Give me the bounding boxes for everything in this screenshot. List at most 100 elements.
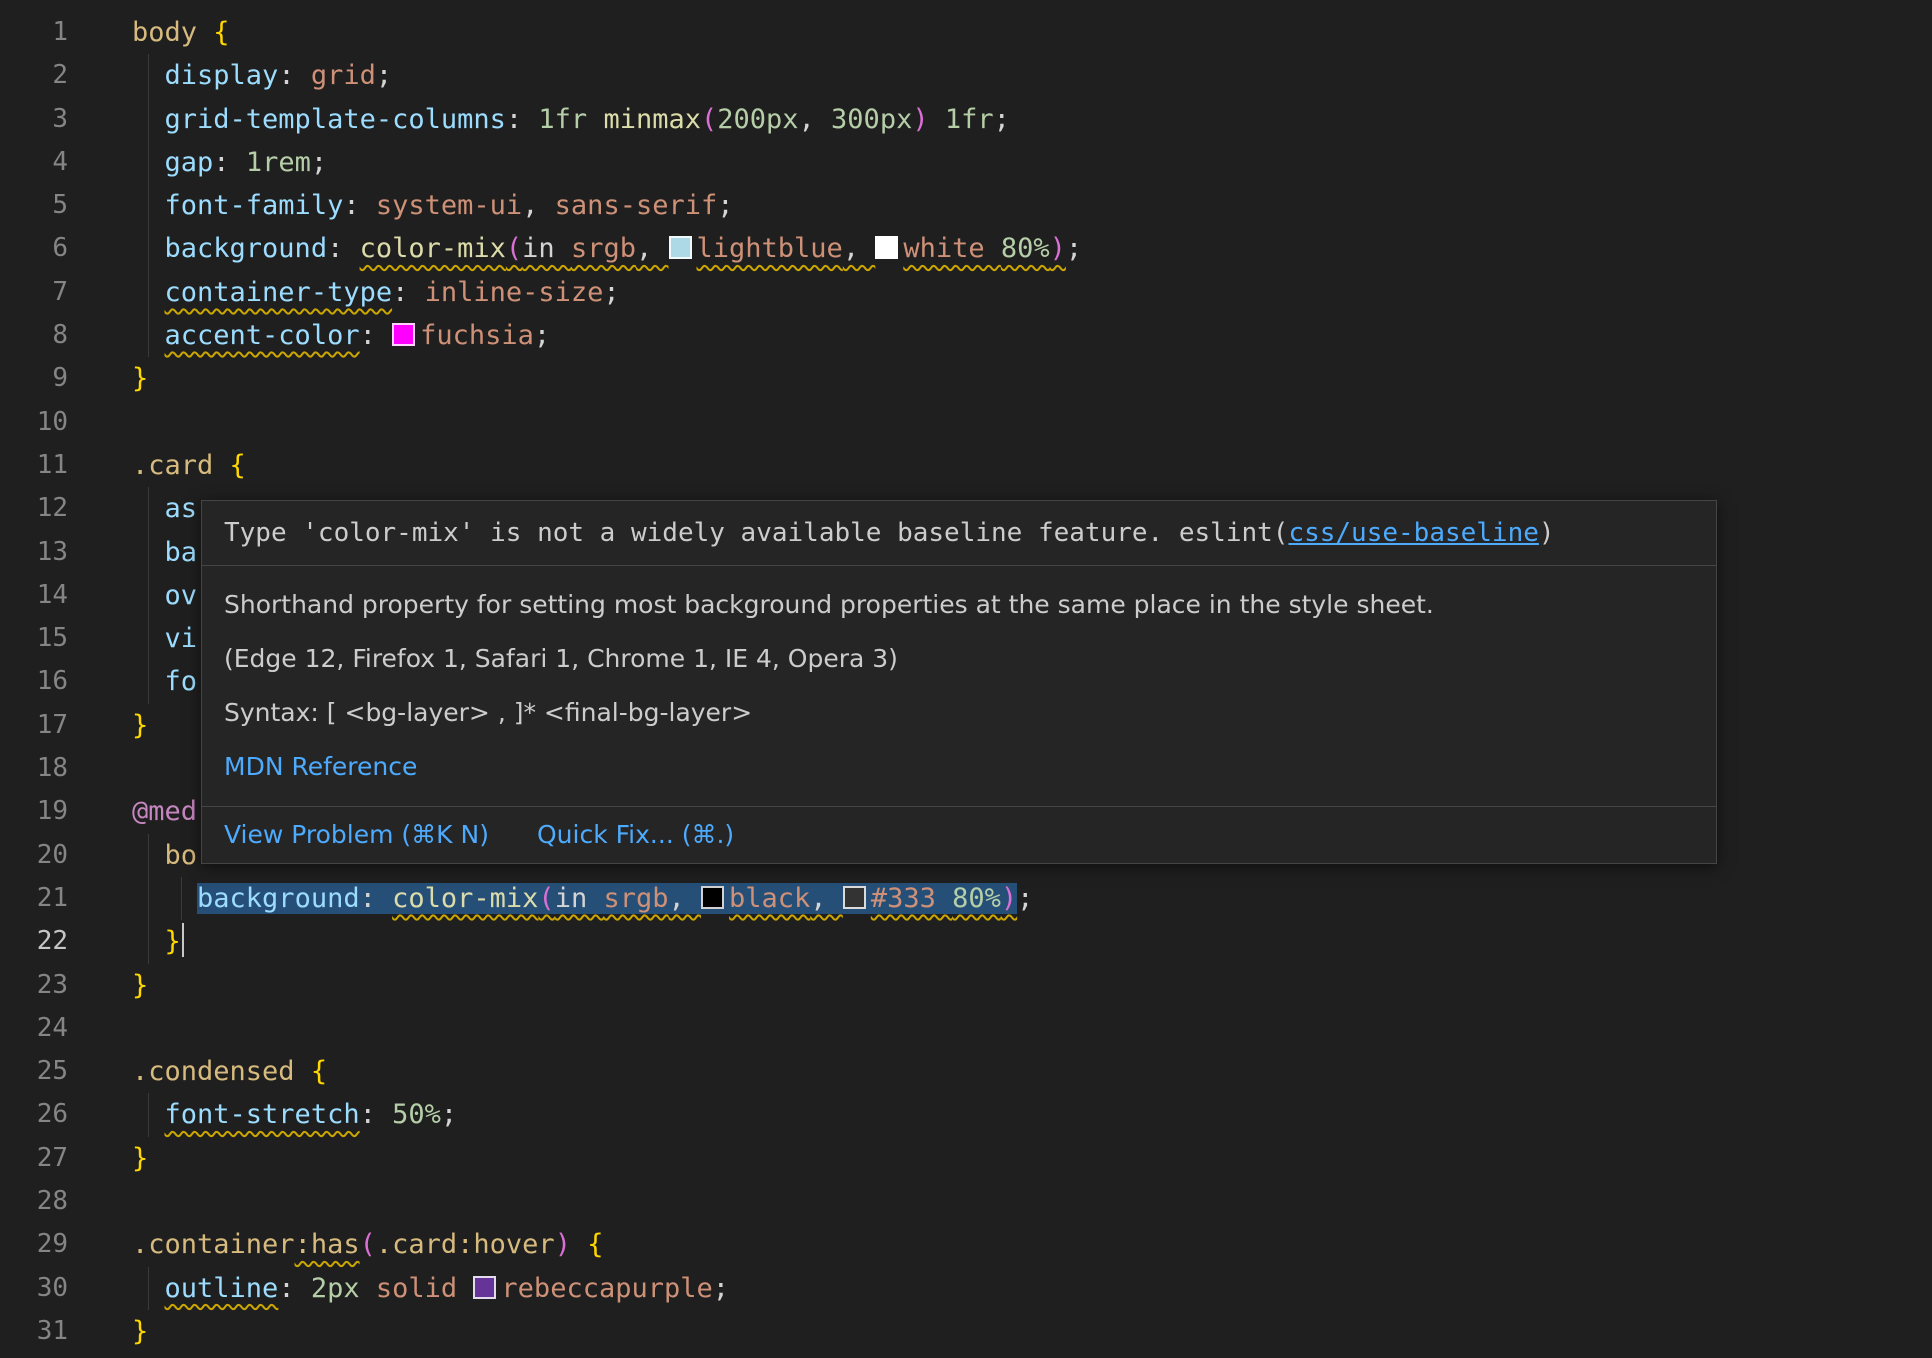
- code-token: vi: [165, 623, 198, 654]
- code-token: :has: [295, 1229, 360, 1260]
- code-token: {: [230, 450, 246, 481]
- color-swatch[interactable]: [701, 886, 724, 909]
- code-token: ): [555, 1229, 571, 1260]
- diagnostic-text: Type 'color-mix' is not a widely availab…: [224, 518, 1288, 548]
- line-number: 25: [0, 1050, 68, 1093]
- code-token: :: [327, 233, 360, 264]
- code-token: grid-template-columns: [165, 104, 506, 135]
- line-number: 20: [0, 834, 68, 877]
- code-token: grid: [311, 60, 376, 91]
- selection-highlight: [843, 883, 871, 914]
- line-number: 6: [0, 227, 68, 270]
- color-swatch[interactable]: [473, 1276, 496, 1299]
- hover-tooltip: Type 'color-mix' is not a widely availab…: [201, 500, 1717, 864]
- code-token: :: [360, 883, 393, 914]
- line-number: 17: [0, 704, 68, 747]
- code-line[interactable]: 7 container-type: inline-size;: [0, 271, 1932, 314]
- code-token: body: [132, 17, 197, 48]
- text-cursor: [182, 923, 185, 957]
- code-line[interactable]: 5 font-family: system-ui, sans-serif;: [0, 184, 1932, 227]
- eslint-rule-link[interactable]: css/use-baseline: [1288, 518, 1538, 548]
- code-line[interactable]: 26 font-stretch: 50%;: [0, 1093, 1932, 1136]
- code-token: ,: [843, 233, 876, 264]
- code-token: :: [213, 147, 246, 178]
- code-token: [132, 926, 165, 957]
- code-line[interactable]: 6 background: color-mix(in srgb, lightbl…: [0, 227, 1932, 270]
- hover-actions: View Problem (⌘K N) Quick Fix... (⌘.): [202, 806, 1716, 863]
- code-token: lightblue: [697, 233, 843, 264]
- quick-fix-action[interactable]: Quick Fix... (⌘.): [537, 820, 734, 850]
- code-token: 80%: [1001, 233, 1050, 264]
- browser-support: (Edge 12, Firefox 1, Safari 1, Chrome 1,…: [202, 620, 1716, 674]
- code-line[interactable]: 24: [0, 1007, 1932, 1050]
- code-token: [132, 1273, 165, 1304]
- code-line[interactable]: 29.container:has(.card:hover) {: [0, 1223, 1932, 1266]
- code-token: [457, 1273, 473, 1304]
- code-token: ;: [1017, 883, 1033, 914]
- code-token: in: [522, 233, 571, 264]
- code-token: ba: [165, 537, 198, 568]
- line-number: 10: [0, 401, 68, 444]
- code-token: [132, 537, 165, 568]
- code-token: rebeccapurple: [501, 1273, 712, 1304]
- code-token: (: [538, 883, 554, 914]
- code-token: solid: [376, 1273, 457, 1304]
- color-swatch[interactable]: [392, 323, 415, 346]
- code-token: }: [132, 1316, 148, 1347]
- code-token: ;: [441, 1099, 457, 1130]
- code-line[interactable]: 11 .card {: [0, 444, 1932, 487]
- code-line[interactable]: 2 display: grid;: [0, 54, 1932, 97]
- code-line[interactable]: 27}: [0, 1137, 1932, 1180]
- code-line[interactable]: 3 grid-template-columns: 1fr minmax(200p…: [0, 98, 1932, 141]
- code-token: fo: [165, 666, 198, 697]
- code-line[interactable]: 8 accent-color: fuchsia;: [0, 314, 1932, 357]
- code-line[interactable]: 23}: [0, 964, 1932, 1007]
- line-number: 31: [0, 1310, 68, 1353]
- selection-highlight: [701, 883, 729, 914]
- code-line[interactable]: 28: [0, 1180, 1932, 1223]
- code-token: [213, 450, 229, 481]
- code-token: in: [555, 883, 604, 914]
- code-token: ;: [311, 147, 327, 178]
- code-token: {: [311, 1056, 327, 1087]
- line-number: 12: [0, 487, 68, 530]
- code-token: [132, 1099, 165, 1130]
- color-swatch[interactable]: [669, 236, 692, 259]
- code-line[interactable]: 10: [0, 401, 1932, 444]
- mdn-reference-row: MDN Reference: [202, 728, 1716, 806]
- line-number: 11: [0, 444, 68, 487]
- code-token: minmax: [603, 104, 701, 135]
- code-token: font-family: [165, 190, 344, 221]
- view-problem-action[interactable]: View Problem (⌘K N): [224, 820, 489, 850]
- code-line[interactable]: 31}: [0, 1310, 1932, 1353]
- code-token: .card: [132, 450, 213, 481]
- code-token: [571, 1229, 587, 1260]
- code-token: (: [360, 1229, 376, 1260]
- code-line[interactable]: 25.condensed {: [0, 1050, 1932, 1093]
- line-number: 1: [0, 11, 68, 54]
- code-token: [929, 104, 945, 135]
- line-number: 13: [0, 531, 68, 574]
- code-line[interactable]: 1body {: [0, 11, 1932, 54]
- mdn-reference-link[interactable]: MDN Reference: [224, 752, 417, 781]
- code-line[interactable]: 4 gap: 1rem;: [0, 141, 1932, 184]
- code-token: [360, 1273, 376, 1304]
- code-line[interactable]: 22 }: [0, 920, 1932, 963]
- code-line[interactable]: 21 background: color-mix(in srgb, black,…: [0, 877, 1932, 920]
- code-token: [132, 60, 165, 91]
- code-token: [132, 320, 165, 351]
- code-token: bo: [165, 840, 198, 871]
- code-token: :: [278, 60, 311, 91]
- code-token: [132, 277, 165, 308]
- color-swatch[interactable]: [843, 886, 866, 909]
- code-token: :: [392, 277, 425, 308]
- code-token: @med: [132, 796, 197, 827]
- code-line[interactable]: 30 outline: 2px solid rebeccapurple;: [0, 1267, 1932, 1310]
- code-token: [132, 147, 165, 178]
- code-token: ,: [799, 104, 832, 135]
- line-number: 23: [0, 964, 68, 1007]
- code-token: 1fr: [538, 104, 603, 135]
- code-line[interactable]: 9}: [0, 357, 1932, 400]
- line-number: 18: [0, 747, 68, 790]
- color-swatch[interactable]: [875, 236, 898, 259]
